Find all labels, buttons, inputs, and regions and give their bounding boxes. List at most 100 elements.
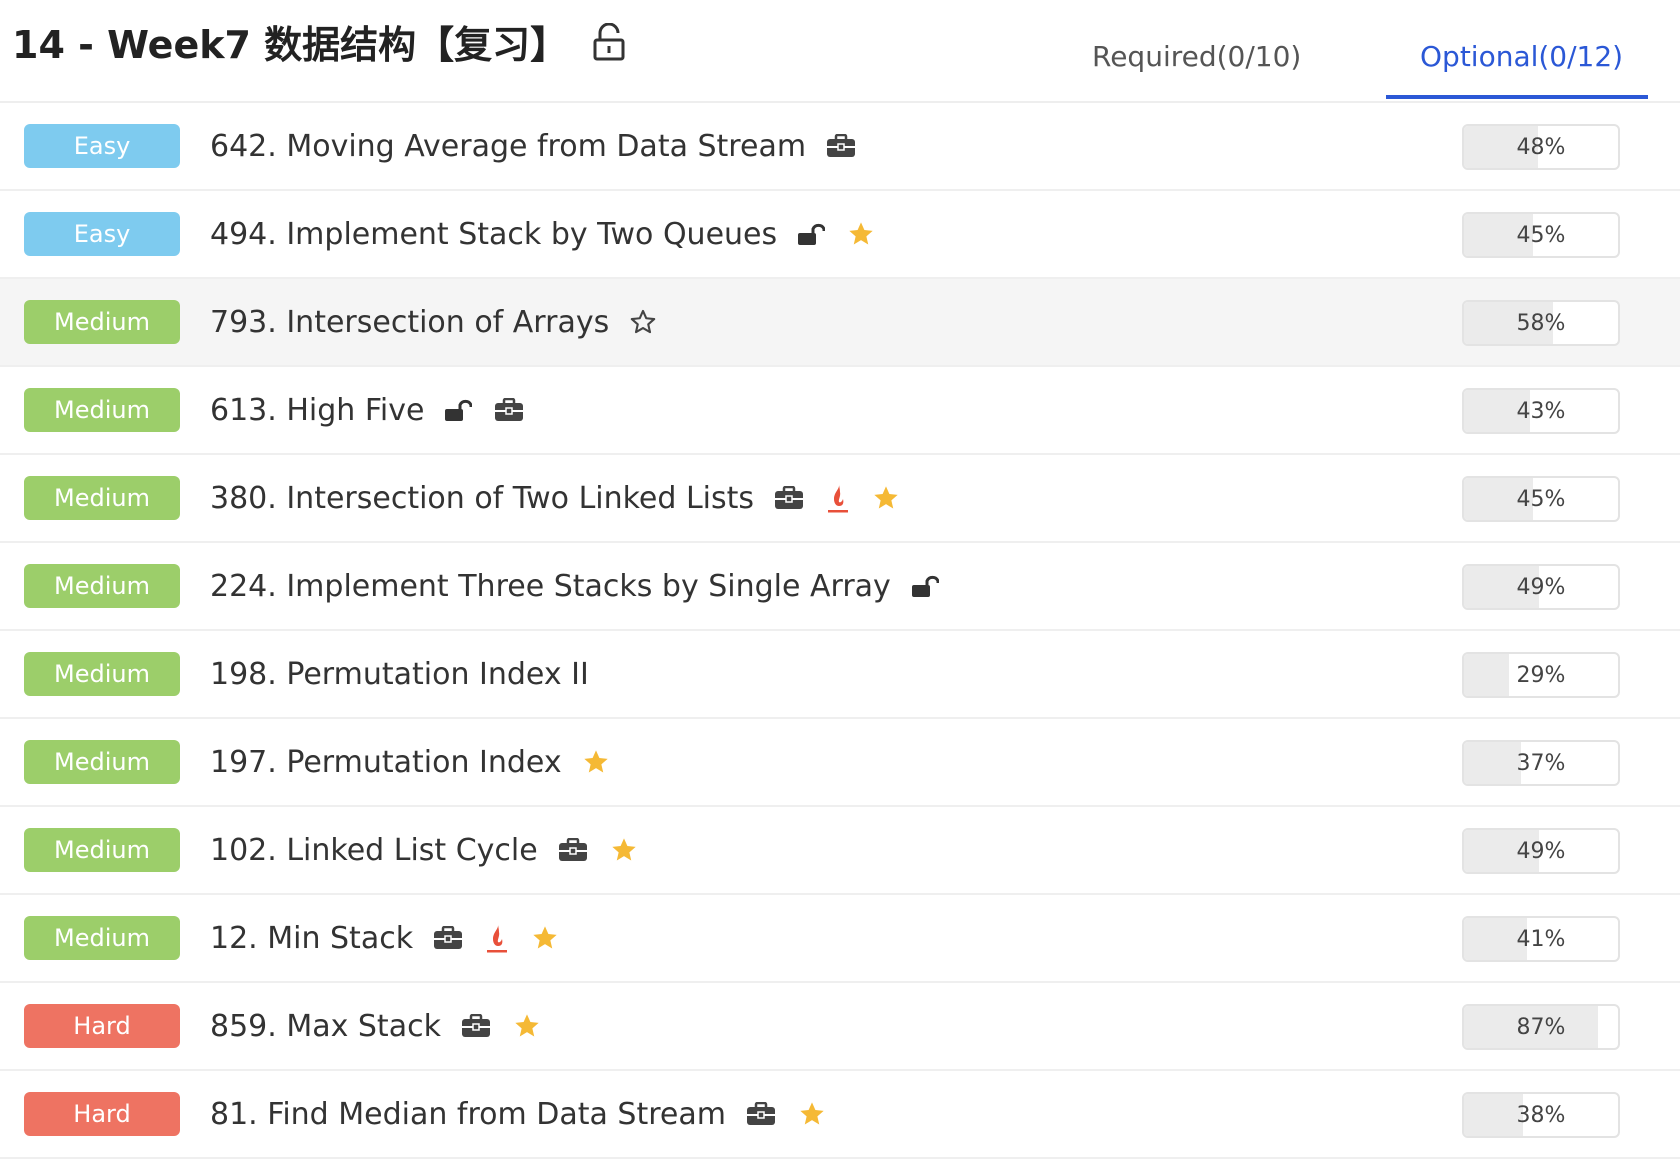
problem-title-link[interactable]: 197. Permutation Index [210,745,562,780]
acceptance-rate-label: 29% [1516,662,1566,688]
problem-tags [826,134,856,158]
star-filled-icon[interactable] [610,836,638,864]
problem-tags [629,308,657,336]
acceptance-rate-bar: 87% [1462,1004,1620,1050]
problem-title-link[interactable]: 81. Find Median from Data Stream [210,1097,726,1132]
problem-row[interactable]: Hard 859. Max Stack 87% [0,983,1680,1071]
briefcase-icon [774,486,804,510]
problem-title-link[interactable]: 198. Permutation Index II [210,657,589,692]
problem-tags [582,748,610,776]
problem-row[interactable]: Medium 613. High Five 43% [0,367,1680,455]
unlock-icon [797,222,826,246]
problem-title-container: 198. Permutation Index II [210,631,589,717]
star-filled-icon[interactable] [872,484,900,512]
flame-icon [826,482,850,514]
acceptance-rate-label: 43% [1516,398,1566,424]
problem-title-link[interactable]: 793. Intersection of Arrays [210,305,609,340]
briefcase-icon [746,1102,776,1126]
difficulty-badge: Medium [24,300,180,344]
problem-title-container: 859. Max Stack [210,983,541,1069]
briefcase-icon [461,1014,491,1038]
star-filled-icon[interactable] [582,748,610,776]
star-outline-icon[interactable] [629,308,657,336]
acceptance-rate-label: 45% [1516,222,1566,248]
problem-title-link[interactable]: 380. Intersection of Two Linked Lists [210,481,754,516]
difficulty-badge: Medium [24,916,180,960]
problem-row[interactable]: Medium 793. Intersection of Arrays 58% [0,279,1680,367]
star-filled-icon[interactable] [847,220,875,248]
problem-title-container: 793. Intersection of Arrays [210,279,657,365]
problem-tags [746,1100,826,1128]
problem-title-container: 224. Implement Three Stacks by Single Ar… [210,543,939,629]
acceptance-rate-bar: 38% [1462,1092,1620,1138]
difficulty-badge: Medium [24,476,180,520]
difficulty-badge: Hard [24,1092,180,1136]
page-title-container: 14 - Week7 数据结构【复习】 [12,14,626,69]
unlock-icon[interactable] [592,22,626,61]
difficulty-badge: Medium [24,564,180,608]
problem-title-container: 197. Permutation Index [210,719,610,805]
star-filled-icon[interactable] [798,1100,826,1128]
problem-title-container: 12. Min Stack [210,895,559,981]
problem-title-link[interactable]: 642. Moving Average from Data Stream [210,129,806,164]
acceptance-rate-bar: 45% [1462,212,1620,258]
problem-row[interactable]: Medium 197. Permutation Index 37% [0,719,1680,807]
problem-title-link[interactable]: 613. High Five [210,393,424,428]
difficulty-badge: Medium [24,652,180,696]
star-filled-icon[interactable] [513,1012,541,1040]
difficulty-badge: Medium [24,828,180,872]
problem-title-container: 642. Moving Average from Data Stream [210,103,856,189]
problem-title-link[interactable]: 102. Linked List Cycle [210,833,538,868]
active-tab-indicator [1386,95,1648,99]
acceptance-rate-bar: 58% [1462,300,1620,346]
acceptance-rate-bar: 37% [1462,740,1620,786]
problem-title-container: 494. Implement Stack by Two Queues [210,191,875,277]
page-header: 14 - Week7 数据结构【复习】 Required(0/10) Optio… [0,0,1680,103]
problem-tags [461,1012,541,1040]
briefcase-icon [494,398,524,422]
problem-title-container: 81. Find Median from Data Stream [210,1071,826,1157]
briefcase-icon [433,926,463,950]
acceptance-rate-label: 38% [1516,1102,1566,1128]
tab-optional[interactable]: Optional(0/12) [1420,40,1623,73]
problem-title-container: 613. High Five [210,367,524,453]
difficulty-badge: Easy [24,212,180,256]
problem-row[interactable]: Medium 380. Intersection of Two Linked Li… [0,455,1680,543]
problem-row[interactable]: Medium 224. Implement Three Stacks by Sin… [0,543,1680,631]
unlock-icon [444,398,473,422]
problem-row[interactable]: Easy 494. Implement Stack by Two Queues 45… [0,191,1680,279]
problem-title-link[interactable]: 859. Max Stack [210,1009,441,1044]
problem-tags [433,922,559,954]
acceptance-rate-label: 48% [1516,134,1566,160]
problem-tags [797,220,875,248]
acceptance-rate-bar: 49% [1462,828,1620,874]
problem-row[interactable]: Medium 12. Min Stack 41% [0,895,1680,983]
problem-tags [911,574,939,598]
difficulty-badge: Hard [24,1004,180,1048]
problem-row[interactable]: Hard 81. Find Median from Data Stream 38% [0,1071,1680,1159]
acceptance-rate-bar: 49% [1462,564,1620,610]
problem-tags [444,398,524,422]
page-title: 14 - Week7 数据结构【复习】 [12,23,569,67]
problem-row[interactable]: Medium 102. Linked List Cycle 49% [0,807,1680,895]
difficulty-badge: Easy [24,124,180,168]
difficulty-badge: Medium [24,388,180,432]
acceptance-rate-label: 45% [1516,486,1566,512]
acceptance-rate-bar: 43% [1462,388,1620,434]
acceptance-rate-label: 41% [1516,926,1566,952]
tab-required[interactable]: Required(0/10) [1092,40,1301,73]
acceptance-rate-label: 49% [1516,574,1566,600]
briefcase-icon [826,134,856,158]
problem-row[interactable]: Easy 642. Moving Average from Data Stream… [0,103,1680,191]
problem-title-container: 380. Intersection of Two Linked Lists [210,455,900,541]
star-filled-icon[interactable] [531,924,559,952]
acceptance-rate-bar: 45% [1462,476,1620,522]
problem-title-link[interactable]: 12. Min Stack [210,921,413,956]
problem-row[interactable]: Medium 198. Permutation Index II 29% [0,631,1680,719]
problem-title-link[interactable]: 494. Implement Stack by Two Queues [210,217,777,252]
problem-title-link[interactable]: 224. Implement Three Stacks by Single Ar… [210,569,891,604]
flame-icon [485,922,509,954]
problem-tags [774,482,900,514]
briefcase-icon [558,838,588,862]
acceptance-rate-label: 37% [1516,750,1566,776]
